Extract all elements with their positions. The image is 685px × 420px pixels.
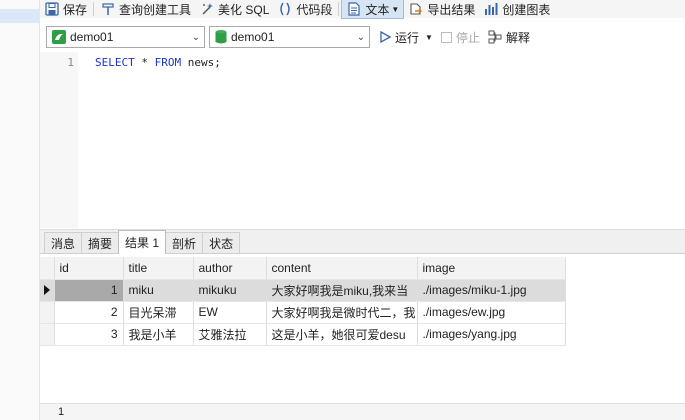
cell-id[interactable]: 1 (54, 279, 124, 302)
chevron-down-icon[interactable]: ⌄ (188, 32, 204, 43)
explain-icon (488, 30, 502, 44)
line-number: 1 (67, 56, 74, 69)
hammer-icon (100, 1, 116, 17)
table-row[interactable]: 1 miku mikuku 大家好啊我是miku,我来当 ./images/mi… (40, 279, 566, 302)
result-table: id title author content image 1 miku mik… (40, 257, 566, 346)
toolbar: 保存 查询创建工具 美化 SQL 代码段 文本 ▼ 导出结果 创建图表 (40, 0, 685, 19)
column-header-id[interactable]: id (54, 257, 124, 280)
cell-content[interactable]: 大家好啊我是微时代二，我 (266, 301, 418, 324)
tab-result-1[interactable]: 结果 1 (118, 230, 167, 254)
stop-button[interactable]: 停止 (437, 29, 484, 46)
export-icon (408, 1, 424, 17)
row-marker (40, 323, 55, 346)
tab-status[interactable]: 状态 (202, 232, 241, 253)
beautify-sql-label: 美化 SQL (218, 2, 270, 17)
create-chart-button[interactable]: 创建图表 (479, 0, 554, 18)
stop-icon (440, 31, 452, 43)
table-row[interactable]: 2 目光呆滞 EW 大家好啊我是微时代二，我 ./images/ew.jpg (40, 301, 566, 324)
toolbar-divider (338, 2, 340, 16)
cell-id[interactable]: 3 (54, 323, 124, 346)
export-result-label: 导出结果 (427, 2, 476, 17)
bar-chart-icon (483, 1, 499, 17)
row-marker-header (40, 257, 55, 280)
column-header-title[interactable]: title (123, 257, 194, 280)
cell-content[interactable]: 这是小羊，她很可爱desu (266, 323, 418, 346)
left-strip (0, 0, 40, 420)
code-snippet-button[interactable]: 代码段 (273, 0, 336, 18)
cell-content[interactable]: 大家好啊我是miku,我来当 (266, 279, 418, 302)
tab-summary[interactable]: 摘要 (81, 232, 120, 253)
explain-label: 解释 (505, 30, 530, 45)
cell-author[interactable]: 艾雅法拉 (193, 323, 267, 346)
result-grid: id title author content image 1 miku mik… (40, 254, 685, 402)
save-label: 保存 (63, 2, 88, 17)
beautify-sql-button[interactable]: 美化 SQL (195, 0, 273, 18)
table-row[interactable]: 3 我是小羊 艾雅法拉 这是小羊，她很可爱desu ./images/yang.… (40, 323, 566, 346)
cell-image[interactable]: ./images/ew.jpg (417, 301, 566, 324)
toolbar-divider (93, 2, 95, 16)
mariadb-connection-icon (51, 29, 67, 45)
query-builder-button[interactable]: 查询创建工具 (96, 0, 195, 18)
export-result-button[interactable]: 导出结果 (404, 0, 479, 18)
stop-label: 停止 (455, 30, 480, 45)
chevron-down-icon[interactable]: ▼ (391, 5, 399, 14)
cell-author[interactable]: mikuku (193, 279, 267, 302)
play-icon (379, 31, 391, 43)
run-label: 运行 (395, 30, 420, 45)
status-text: 1 (58, 406, 65, 418)
cell-id[interactable]: 2 (54, 301, 124, 324)
cell-title[interactable]: miku (123, 279, 194, 302)
connection-value: demo01 (70, 30, 114, 44)
database-icon (214, 29, 228, 45)
magic-wand-icon (199, 1, 215, 17)
connection-select[interactable]: demo01 ⌄ (46, 26, 205, 48)
chevron-down-icon[interactable]: ⌄ (353, 32, 369, 43)
cell-image[interactable]: ./images/yang.jpg (417, 323, 566, 346)
text-mode-label: 文本 (365, 2, 390, 17)
document-icon (346, 1, 362, 17)
result-tabs: 消息 摘要 结果 1 剖析 状态 (40, 229, 685, 254)
sql-code-line[interactable]: SELECT * FROM news; (95, 56, 221, 69)
line-number-gutter: 1 (40, 52, 78, 228)
parentheses-icon (277, 1, 293, 17)
sql-keyword: FROM (154, 56, 182, 69)
column-header-content[interactable]: content (266, 257, 418, 280)
row-marker (40, 301, 55, 324)
left-selection-highlight (0, 9, 40, 23)
create-chart-label: 创建图表 (502, 2, 551, 17)
database-select[interactable]: demo01 ⌄ (209, 26, 370, 48)
sql-token: * (134, 56, 155, 69)
chevron-down-icon[interactable]: ▼ (425, 33, 433, 42)
cell-image[interactable]: ./images/miku-1.jpg (417, 279, 566, 302)
cell-title[interactable]: 我是小羊 (123, 323, 194, 346)
header-row: id title author content image (40, 257, 566, 280)
explain-button[interactable]: 解释 (484, 29, 534, 46)
sql-keyword: SELECT (95, 56, 135, 69)
column-header-author[interactable]: author (193, 257, 267, 280)
run-button[interactable]: 运行 ▼ (375, 29, 437, 46)
code-snippet-label: 代码段 (296, 2, 333, 17)
tab-profile[interactable]: 剖析 (165, 232, 204, 253)
status-bar: 1 (40, 403, 685, 420)
text-mode-button[interactable]: 文本 ▼ (341, 0, 405, 19)
save-icon (44, 1, 60, 17)
column-header-image[interactable]: image (417, 257, 566, 280)
run-controls: 运行 ▼ 停止 解释 (375, 26, 534, 48)
save-button[interactable]: 保存 (40, 0, 91, 18)
sql-editor[interactable]: 1 SELECT * FROM news; (40, 52, 685, 228)
row-marker (40, 279, 55, 302)
sql-token: news; (181, 56, 221, 69)
query-builder-label: 查询创建工具 (119, 2, 192, 17)
tab-messages[interactable]: 消息 (44, 232, 83, 253)
connection-bar: demo01 ⌄ demo01 ⌄ 运行 ▼ 停止 解释 (40, 26, 685, 50)
cell-author[interactable]: EW (193, 301, 267, 324)
cell-title[interactable]: 目光呆滞 (123, 301, 194, 324)
current-row-arrow-icon (44, 285, 50, 295)
database-value: demo01 (231, 30, 275, 44)
